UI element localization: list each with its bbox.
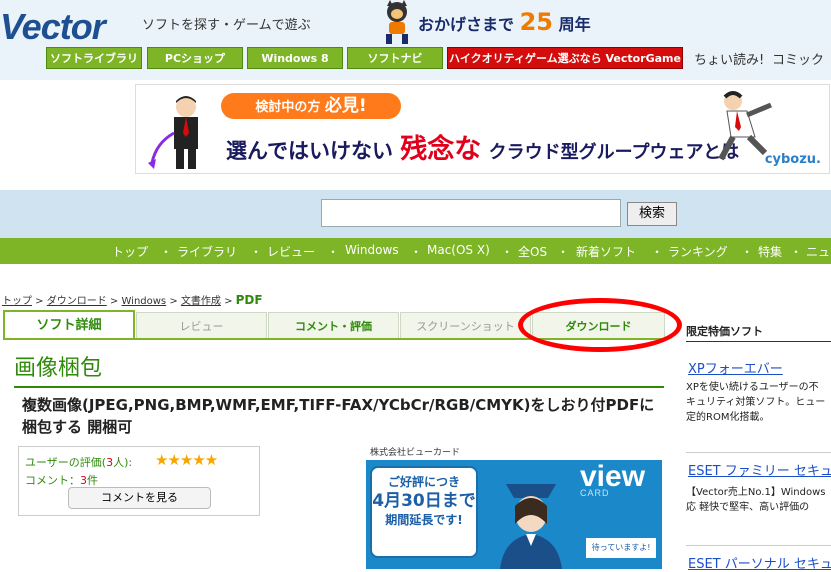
anniversary-text: おかげさまで 25 周年: [418, 8, 591, 36]
nav-separator: ・: [557, 245, 570, 259]
tab-comment-rating[interactable]: コメント・評価: [268, 312, 399, 340]
nav-separator: ・: [741, 245, 754, 259]
tab-screenshot[interactable]: スクリーンショット: [400, 312, 531, 340]
view-card-ad[interactable]: 株式会社ビューカード ご好評につき 4月30日まで 期間延長です! view C…: [366, 446, 662, 569]
top-button-software-library[interactable]: ソフトライブラリ: [46, 47, 142, 69]
title-underline: [14, 386, 664, 388]
tab-review[interactable]: レビュー: [136, 312, 267, 340]
anniversary-suffix: 周年: [558, 15, 591, 34]
nav-separator: ・: [790, 245, 803, 259]
search-button[interactable]: 検索: [627, 202, 677, 226]
top-link-comic[interactable]: コミック: [772, 49, 824, 68]
sidebar-desc-line: 定的ROM化搭載。: [686, 412, 770, 423]
top-button-soft-navi[interactable]: ソフトナビ: [347, 47, 443, 69]
banner-bubble-prefix: 検討中の方: [255, 100, 321, 115]
comment-count-label: コメント：3件: [25, 472, 98, 488]
user-rating-label: ユーザーの評価(3人):: [25, 454, 132, 470]
ad-line1: ご好評につき: [387, 475, 460, 489]
nav-item-library[interactable]: ライブラリ: [177, 243, 237, 260]
nav-separator: ・: [410, 245, 423, 259]
breadcrumb: トップ > ダウンロード > Windows > 文書作成 > PDF: [2, 293, 263, 307]
software-description: 複数画像(JPEG,PNG,BMP,WMF,EMF,TIFF-FAX/YCbCr…: [22, 394, 662, 438]
sidebar-heading: 限定特価ソフト: [686, 325, 763, 338]
rating-stars-icon: ★★★★★: [155, 451, 218, 469]
search-input[interactable]: [321, 199, 621, 227]
businessman-illustration: [148, 96, 198, 169]
sidebar-divider: [686, 545, 831, 546]
view-comments-button[interactable]: コメントを見る: [68, 487, 211, 509]
nav-item-all-os[interactable]: 全OS: [518, 243, 547, 260]
nav-item-news[interactable]: ニュー: [806, 243, 831, 277]
user-rating-suffix: 人):: [113, 456, 133, 469]
ad-company: 株式会社ビューカード: [366, 446, 662, 460]
sidebar-desc-line: キュリティ対策ソフト。ヒュー: [686, 397, 826, 408]
ad-line3: 期間延長です!: [385, 513, 463, 527]
cybozu-banner-ad[interactable]: 検討中の方 必見! 選んではいけない 残念な クラウド型グループウェアとは cy…: [135, 84, 830, 174]
nav-separator: ・: [327, 245, 340, 259]
ad-note: 待っていますよ!: [586, 538, 656, 558]
site-tagline: ソフトを探す・ゲームで遊ぶ: [142, 18, 311, 33]
nav-item-new-software[interactable]: 新着ソフト: [576, 243, 636, 260]
banner-headline-prefix: 選んではいけない: [226, 139, 393, 163]
comment-count: 3: [80, 474, 87, 487]
nav-item-ranking[interactable]: ランキング: [668, 243, 728, 260]
ad-model-image: [500, 484, 562, 569]
mascot-icon: [386, 0, 408, 44]
nav-item-special[interactable]: 特集: [758, 243, 782, 260]
vector-logo[interactable]: Vector: [0, 6, 106, 48]
sidebar-heading-rule: [686, 341, 831, 342]
cybozu-brand: cybozu.: [764, 152, 821, 167]
view-logo: view CARD: [580, 460, 645, 498]
software-description-line1: 複数画像(JPEG,PNG,BMP,WMF,EMF,TIFF-FAX/YCbCr…: [22, 396, 655, 414]
top-button-vectorgame[interactable]: ハイクオリティゲーム選ぶなら VectorGame: [447, 47, 683, 69]
sidebar-desc-line: 応 軽快で堅牢、高い評価の: [686, 502, 810, 513]
banner-bubble-emphasis: 必見!: [324, 96, 367, 116]
breadcrumb-download[interactable]: ダウンロード: [47, 296, 107, 307]
breadcrumb-document[interactable]: 文書作成: [181, 296, 221, 307]
sidebar-desc-xp-forever: XPを使い続けるユーザーの不 キュリティ対策ソフト。ヒュー 定的ROM化搭載。: [686, 380, 825, 425]
software-description-line2: 梱包する 開梱可: [22, 418, 133, 436]
sidebar-desc-eset-family: 【Vector売上No.1】Windows 応 軽快で堅牢、高い評価の: [686, 485, 825, 515]
sidebar-link-xp-forever[interactable]: XPフォーエバー: [688, 358, 783, 377]
nav-separator: ・: [651, 245, 664, 259]
sidebar-link-eset-family[interactable]: ESET ファミリー セキュリティ: [688, 460, 831, 479]
sidebar-link-eset-personal[interactable]: ESET パーソナル セキュリティ: [688, 553, 831, 572]
ad-message: ご好評につき 4月30日まで 期間延長です!: [370, 466, 478, 558]
tab-software-detail[interactable]: ソフト詳細: [3, 310, 135, 340]
top-button-windows8[interactable]: Windows 8: [247, 47, 343, 69]
sidebar-desc-line: 【Vector売上No.1】Windows: [686, 487, 826, 498]
banner-headline: 選んではいけない 残念な クラウド型グループウェアとは: [226, 127, 739, 166]
banner-bubble: 検討中の方 必見!: [221, 93, 401, 119]
software-title: 画像梱包: [14, 356, 103, 381]
sidebar-desc-line: XPを使い続けるユーザーの不: [686, 382, 819, 393]
breadcrumb-current[interactable]: PDF: [236, 293, 263, 307]
nav-item-top[interactable]: トップ: [112, 243, 148, 260]
top-link-choi-yomi[interactable]: ちょい読み!: [694, 49, 764, 68]
nav-separator: ・: [250, 245, 263, 259]
comment-prefix: コメント：: [25, 474, 80, 487]
ad-line2: 4月30日まで: [372, 491, 476, 511]
banner-headline-emphasis: 残念な: [400, 134, 482, 165]
nav-separator: ・: [501, 245, 514, 259]
nav-item-review[interactable]: レビュー: [267, 243, 315, 260]
comment-suffix: 件: [87, 474, 98, 487]
breadcrumb-top[interactable]: トップ: [2, 296, 32, 307]
nav-item-mac[interactable]: Mac(OS X): [427, 243, 490, 257]
sidebar-divider: [686, 452, 831, 453]
highlight-circle: [518, 298, 682, 352]
user-rating-prefix: ユーザーの評価(: [25, 456, 107, 469]
breadcrumb-windows[interactable]: Windows: [122, 296, 167, 307]
top-button-pc-shop[interactable]: PCショップ: [147, 47, 243, 69]
anniversary-number: 25: [519, 8, 553, 36]
nav-item-windows[interactable]: Windows: [345, 243, 399, 257]
anniversary-prefix: おかげさまで: [418, 15, 515, 34]
nav-separator: ・: [160, 245, 173, 259]
